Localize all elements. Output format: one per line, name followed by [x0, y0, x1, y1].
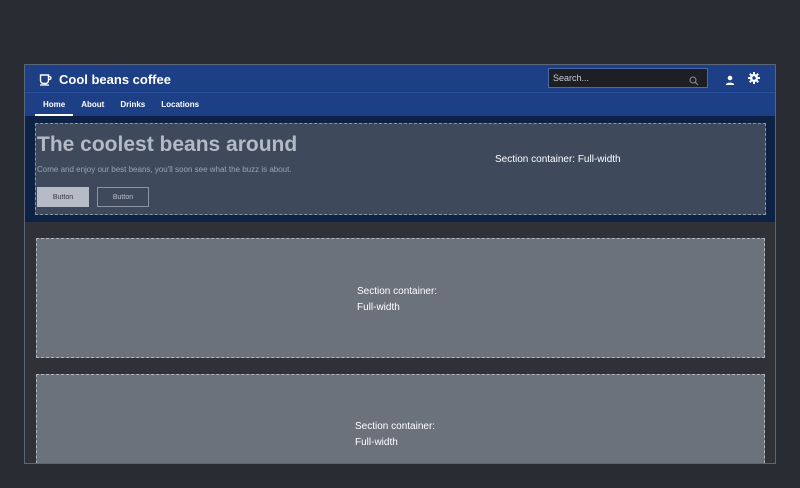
user-icon[interactable] — [725, 72, 735, 90]
section-label: Section container: Full-width — [355, 419, 435, 451]
tab-locations[interactable]: Locations — [153, 93, 207, 116]
primary-button[interactable]: Button — [37, 187, 89, 207]
section-container: Section container: Full-width — [36, 238, 765, 358]
section-label: Section container: Full-width — [357, 284, 437, 316]
app-window: Cool beans coffee Search... Home About D… — [24, 64, 776, 464]
top-header: Cool beans coffee — [25, 65, 775, 92]
hero-title: The coolest beans around — [37, 133, 298, 156]
gear-icon[interactable] — [748, 71, 760, 89]
brand[interactable]: Cool beans coffee — [39, 70, 171, 88]
tab-home[interactable]: Home — [35, 93, 74, 116]
hero-section-container: The coolest beans around Come and enjoy … — [35, 123, 766, 215]
coffee-cup-icon — [39, 73, 52, 86]
tab-drinks[interactable]: Drinks — [112, 93, 153, 116]
brand-name: Cool beans coffee — [59, 71, 171, 87]
hero-band: The coolest beans around Come and enjoy … — [25, 116, 775, 222]
search-input[interactable] — [549, 69, 685, 87]
section-container: Section container: Full-width — [36, 374, 765, 463]
secondary-button[interactable]: Button — [97, 187, 149, 207]
section-label-line: Full-width — [355, 437, 398, 448]
section-label-line: Section container: — [355, 421, 436, 432]
hero-subtitle: Come and enjoy our best beans, you'll so… — [37, 165, 292, 174]
search-box[interactable] — [548, 68, 708, 88]
tab-about[interactable]: About — [73, 93, 112, 116]
section-label-line: Section container: — [357, 286, 438, 297]
hero-container-label: Section container: Full-width — [495, 154, 621, 165]
section-label-line: Full-width — [357, 302, 400, 313]
main-nav: Home About Drinks Locations — [25, 92, 775, 116]
search-icon[interactable] — [689, 73, 699, 91]
